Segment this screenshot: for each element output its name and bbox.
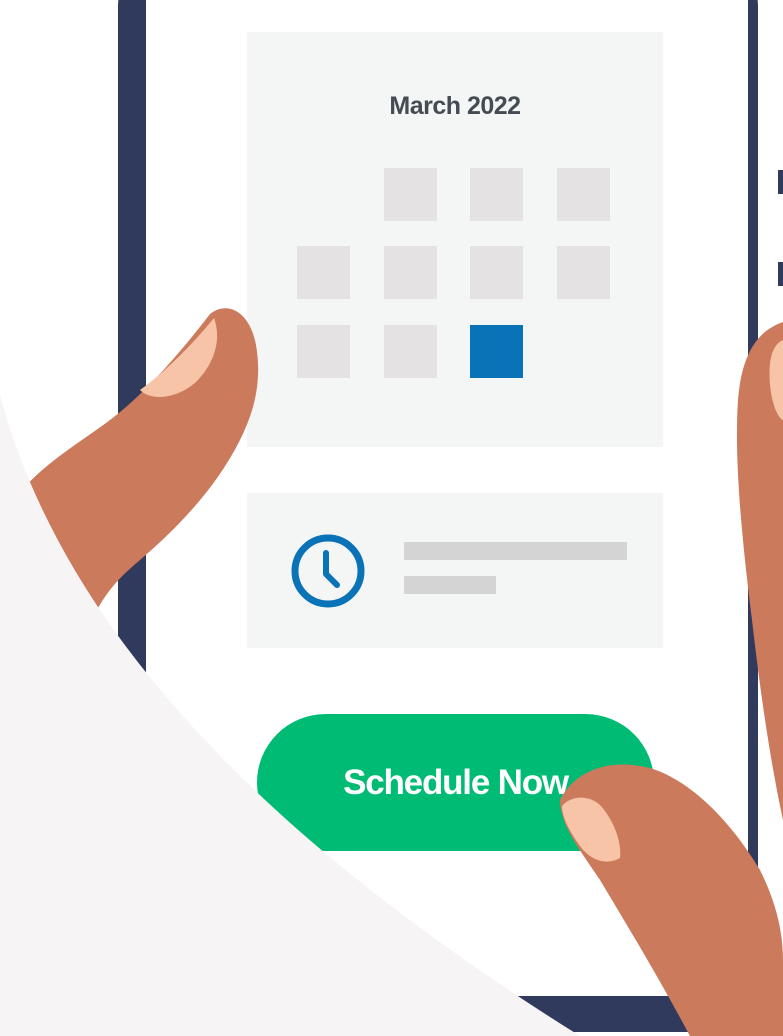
- schedule-now-label: Schedule Now: [343, 762, 569, 802]
- calendar-day[interactable]: [470, 246, 523, 299]
- fingernail-icon: [769, 340, 783, 420]
- time-text-placeholder: [404, 542, 627, 560]
- calendar-day[interactable]: [557, 246, 610, 299]
- calendar-month-title: March 2022: [389, 92, 521, 120]
- calendar-day[interactable]: [557, 168, 610, 221]
- calendar-day-selected[interactable]: [470, 325, 523, 378]
- calendar-day[interactable]: [384, 168, 437, 221]
- edge-mark: [778, 170, 783, 194]
- calendar-day[interactable]: [470, 168, 523, 221]
- illustration: March 2022 Schedule Now: [0, 0, 783, 1036]
- calendar-day[interactable]: [297, 246, 350, 299]
- clock-icon: [291, 534, 365, 608]
- calendar-day[interactable]: [384, 246, 437, 299]
- edge-mark: [778, 262, 783, 286]
- calendar-day[interactable]: [297, 325, 350, 378]
- schedule-now-button[interactable]: Schedule Now: [257, 714, 654, 851]
- calendar-card: March 2022: [247, 32, 663, 447]
- calendar-day[interactable]: [384, 325, 437, 378]
- time-subtext-placeholder: [404, 576, 496, 594]
